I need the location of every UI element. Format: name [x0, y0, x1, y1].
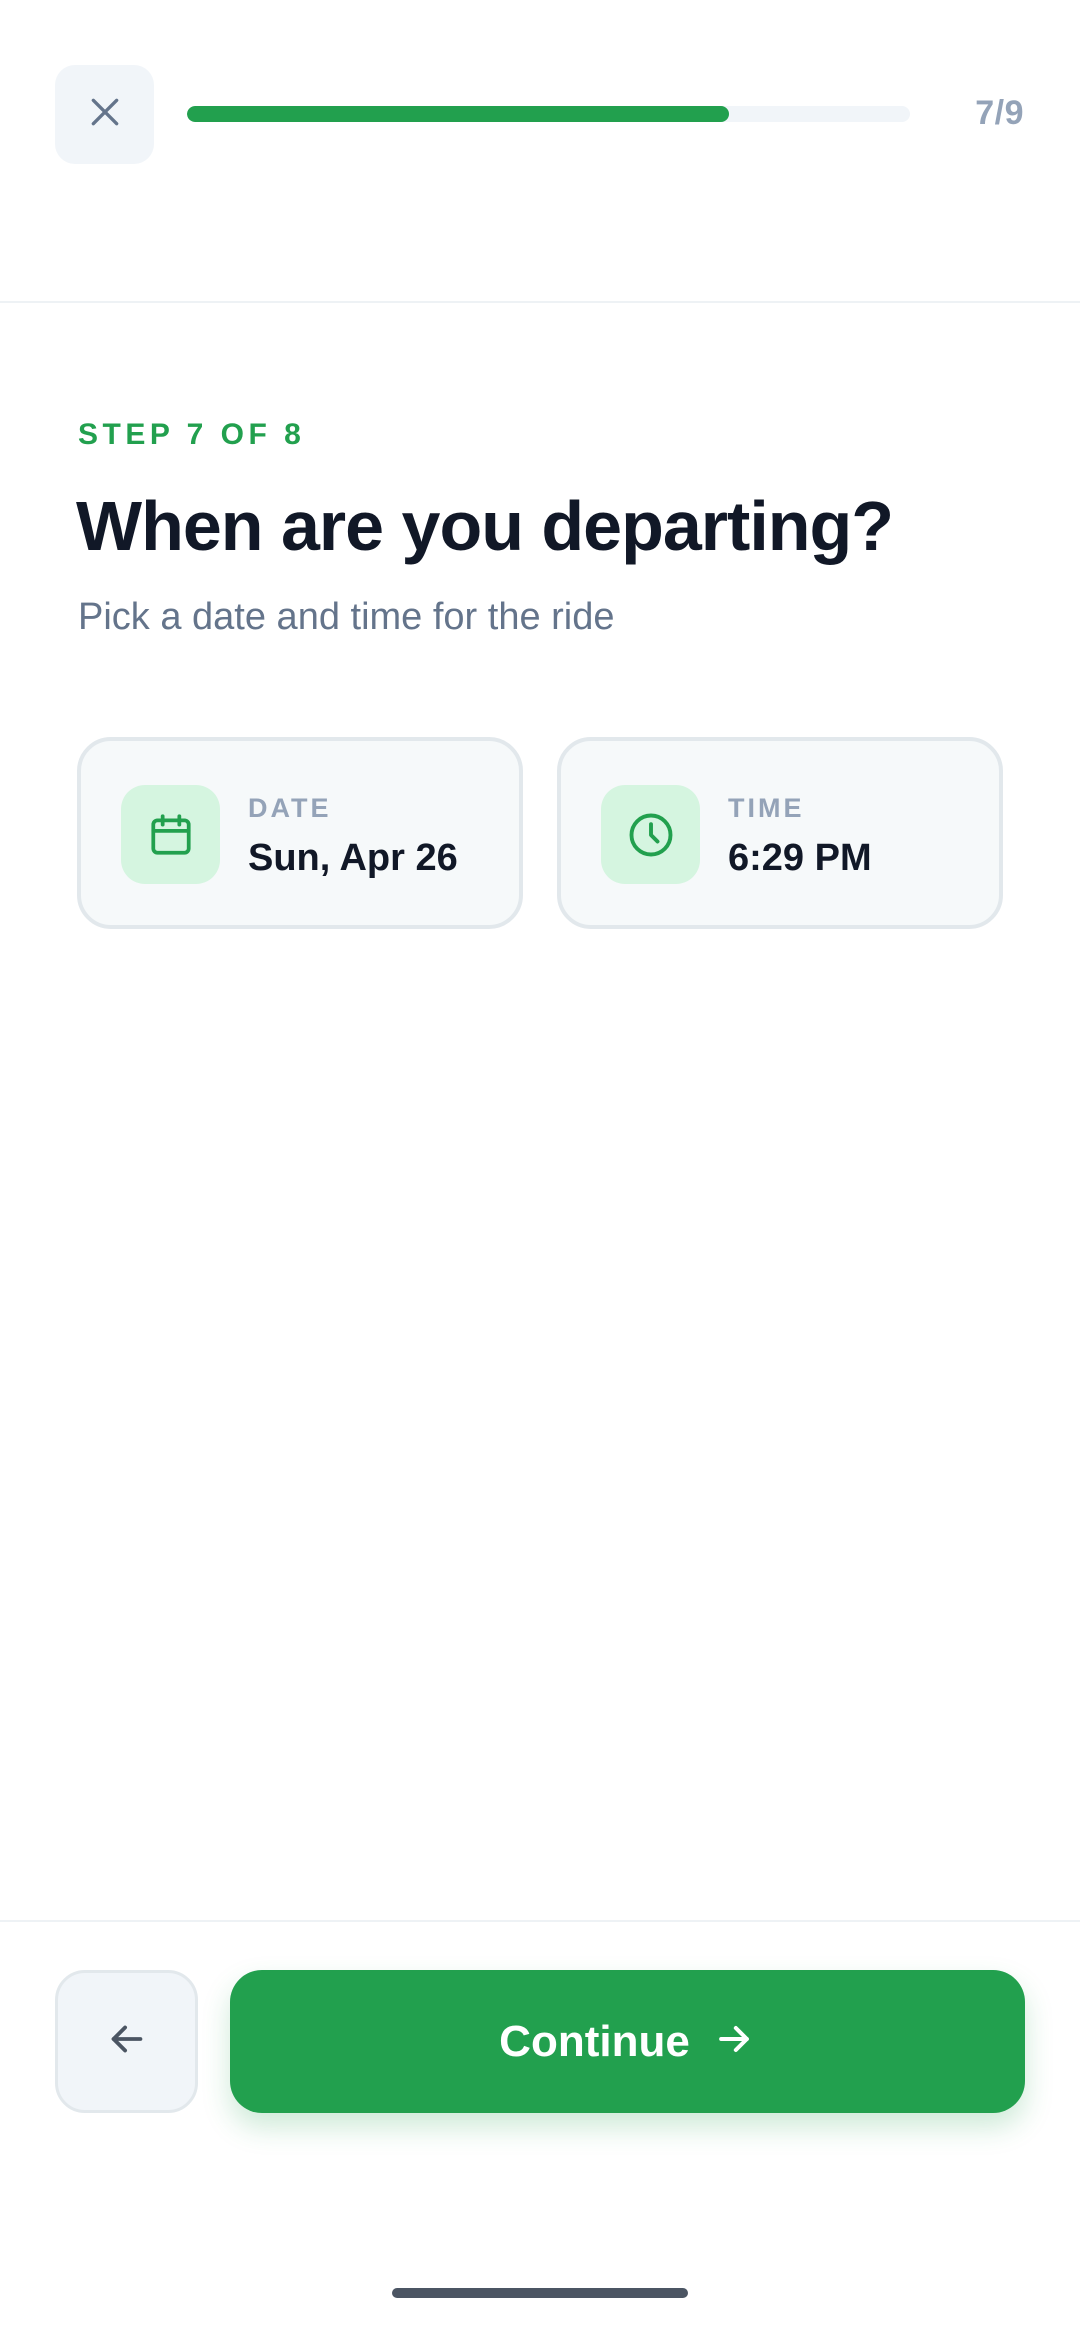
date-picker-card[interactable]: DATE Sun, Apr 26: [77, 737, 523, 929]
progress-bar: [187, 106, 910, 122]
wizard-header: 7/9: [0, 0, 1080, 303]
close-button[interactable]: [55, 65, 154, 164]
wizard-screen: 7/9 STEP 7 OF 8 When are you departing? …: [0, 0, 1080, 2327]
time-label: TIME: [728, 793, 805, 823]
time-picker-card[interactable]: TIME 6:29 PM: [557, 737, 1003, 929]
step-eyebrow: STEP 7 OF 8: [78, 418, 306, 451]
page-subtitle: Pick a date and time for the ride: [78, 596, 615, 638]
progress-fill: [187, 106, 730, 122]
clock-icon: [601, 785, 700, 884]
back-button[interactable]: [55, 1970, 198, 2113]
date-value: Sun, Apr 26: [248, 837, 458, 879]
wizard-footer: Continue: [0, 1920, 1080, 2327]
arrow-right-icon: [712, 2017, 756, 2066]
home-indicator: [392, 2288, 688, 2298]
calendar-icon: [121, 785, 220, 884]
date-label: DATE: [248, 793, 332, 823]
time-value: 6:29 PM: [728, 837, 872, 879]
progress-count: 7/9: [975, 94, 1024, 132]
continue-label: Continue: [499, 2016, 690, 2066]
page-title: When are you departing?: [76, 487, 894, 565]
continue-button[interactable]: Continue: [230, 1970, 1025, 2113]
close-icon: [85, 92, 125, 137]
arrow-left-icon: [104, 2016, 150, 2067]
